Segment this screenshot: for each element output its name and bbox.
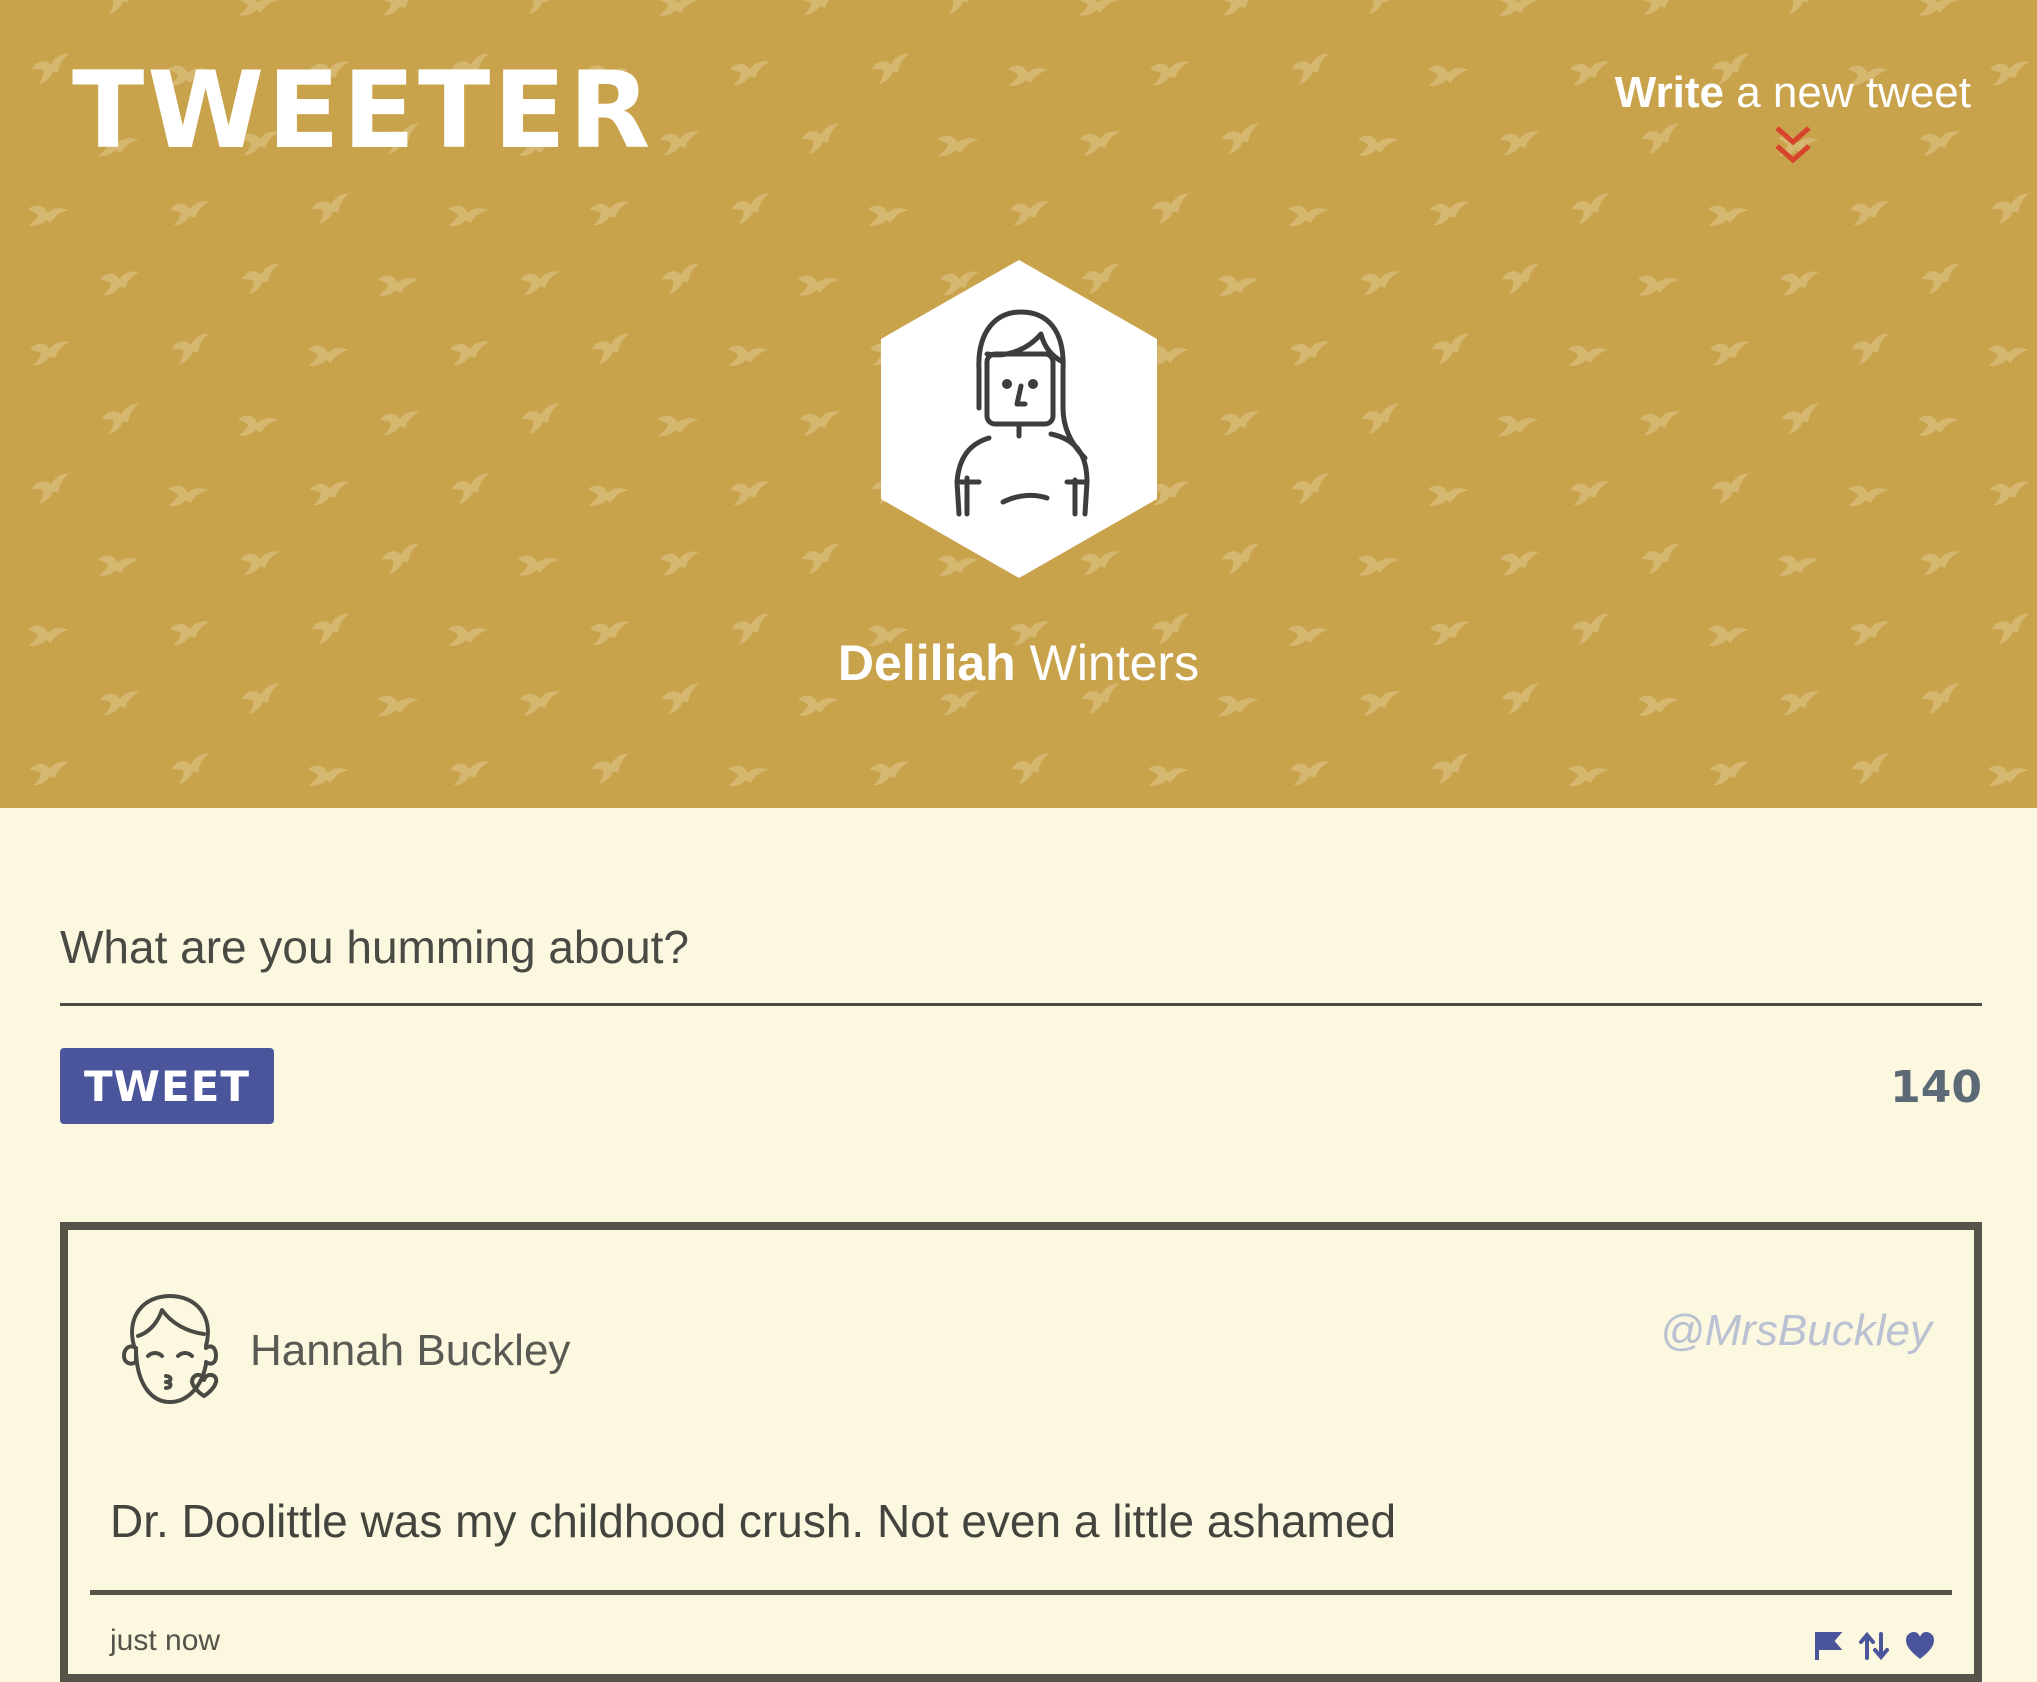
- write-new-tweet-toggle[interactable]: Write a new tweet: [1615, 68, 1971, 170]
- app-logo[interactable]: TWEETER: [72, 58, 653, 164]
- kissing-face-avatar-icon: [122, 1294, 219, 1404]
- profile-header: TWEETER Write a new tweet Deliliah Winte…: [0, 0, 2037, 808]
- tweet-actions: [1812, 1630, 1936, 1662]
- heart-icon[interactable]: [1904, 1630, 1936, 1662]
- tweet-timestamp: just now: [110, 1624, 221, 1657]
- flag-icon[interactable]: [1812, 1630, 1844, 1662]
- tweet-input[interactable]: [60, 890, 1982, 1006]
- user-display-name: Deliliah Winters: [837, 635, 1200, 691]
- tweet-text: Dr. Doolittle was my childhood crush. No…: [110, 1495, 1397, 1547]
- tweet-author-name[interactable]: Hannah Buckley: [250, 1326, 570, 1376]
- tweet-author-handle[interactable]: @MrsBuckley: [1660, 1306, 1932, 1356]
- retweet-icon[interactable]: [1858, 1630, 1890, 1662]
- tweet-divider: [90, 1590, 1952, 1595]
- compose-toggle-label: Write a new tweet: [1614, 68, 1971, 117]
- compose-form: TWEET 140: [60, 890, 1982, 1128]
- profile-info: Deliliah Winters: [0, 258, 2037, 692]
- tweet-submit-button[interactable]: TWEET: [60, 1048, 274, 1124]
- tweet-card: Hannah Buckley @MrsBuckley Dr. Doolittle…: [60, 1222, 1982, 1682]
- double-chevron-down-icon[interactable]: [1771, 122, 1815, 170]
- user-avatar: [880, 260, 1157, 578]
- compose-actions: TWEET 140: [60, 1048, 1982, 1128]
- character-counter: 140: [1890, 1062, 1982, 1113]
